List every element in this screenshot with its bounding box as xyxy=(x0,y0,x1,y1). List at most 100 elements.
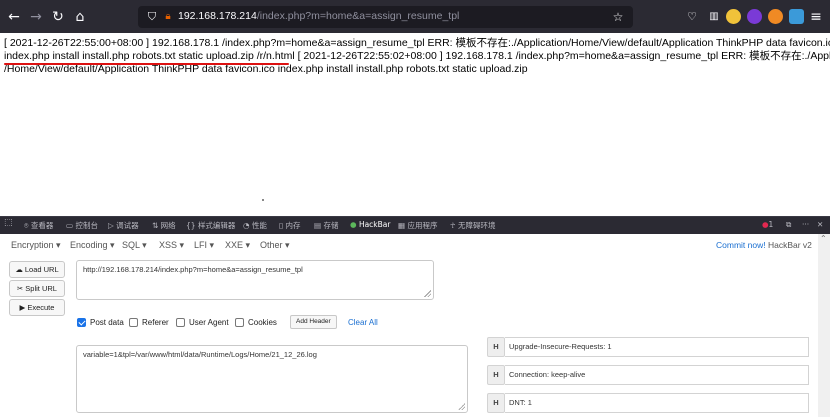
shield-icon[interactable]: ⛉ xyxy=(144,9,160,25)
tab-label: 无障碍环境 xyxy=(457,221,496,230)
error-count-badge[interactable]: ●1 xyxy=(762,220,773,229)
address-bar[interactable]: ⛉ 🔒︎ 192.168.178.214/index.php?m=home&a=… xyxy=(138,6,633,28)
version-label: HackBar v2 xyxy=(767,240,812,250)
menu-sql[interactable]: SQL ▾ xyxy=(122,240,147,251)
commit-note: Commit now! HackBar v2 xyxy=(716,240,812,250)
url-path: /index.php?m=home&a=assign_resume_tpl xyxy=(256,10,460,22)
tab-label: 样式编辑器 xyxy=(197,221,236,230)
menu-lfi[interactable]: LFI ▾ xyxy=(194,240,214,251)
tab-label: 控制台 xyxy=(75,221,98,230)
dock-icon[interactable]: ⧉ xyxy=(786,220,791,230)
tab-label: 调试器 xyxy=(116,221,139,230)
checkbox-checked-icon[interactable] xyxy=(77,318,86,327)
user-agent-checkbox[interactable]: User Agent xyxy=(176,318,229,327)
hamburger-menu-icon[interactable]: ≡ xyxy=(808,9,824,25)
close-icon[interactable]: ✕ xyxy=(817,220,823,229)
tab-label: 查看器 xyxy=(30,221,54,230)
error-count: 1 xyxy=(768,220,774,229)
log-line: index.php install install.php robots.txt… xyxy=(4,50,830,62)
url-value: http://192.168.178.214/index.php?m=home&… xyxy=(83,265,303,274)
extension-icon[interactable] xyxy=(747,9,762,24)
add-header-button[interactable]: Add Header xyxy=(290,315,337,329)
tab-debugger[interactable]: ▷ 调试器 xyxy=(108,220,139,231)
more-icon[interactable]: ··· xyxy=(802,220,809,229)
tab-style-editor[interactable]: {} 样式编辑器 xyxy=(186,220,235,231)
cookies-label: Cookies xyxy=(248,318,277,327)
referer-checkbox[interactable]: Referer xyxy=(129,318,169,327)
tab-label: HackBar xyxy=(358,220,391,229)
split-url-button[interactable]: ✂ Split URL xyxy=(9,280,65,297)
header-key: H xyxy=(487,393,505,413)
load-url-label: Load URL xyxy=(24,265,59,274)
tab-memory[interactable]: ▯ 内存 xyxy=(279,220,301,231)
url-host: 192.168.178.214 xyxy=(178,10,257,22)
extension-icon[interactable] xyxy=(789,9,804,24)
post-data-checkbox[interactable]: Post data xyxy=(77,318,124,327)
header-key: H xyxy=(487,365,505,385)
menu-encoding[interactable]: Encoding ▾ xyxy=(70,240,115,251)
tab-console[interactable]: ▭ 控制台 xyxy=(66,220,98,231)
star-icon[interactable]: ☆ xyxy=(610,9,626,25)
post-body-value: variable=1&tpl=/var/www/html/data/Runtim… xyxy=(83,350,317,359)
tab-storage[interactable]: ▤ 存储 xyxy=(314,220,338,231)
resize-grip-icon[interactable] xyxy=(424,290,431,297)
tab-label: 性能 xyxy=(251,221,267,230)
tab-network[interactable]: ⇅ 网络 xyxy=(152,220,176,231)
page-content: [ 2021-12-26T22:55:00+08:00 ] 192.168.17… xyxy=(0,33,830,216)
tab-label: 网络 xyxy=(160,221,176,230)
arrow-left-icon[interactable]: ← xyxy=(6,9,22,25)
post-data-label: Post data xyxy=(90,318,124,327)
commit-link[interactable]: Commit now! xyxy=(716,240,766,250)
tab-application[interactable]: ▦ 应用程序 xyxy=(398,220,437,231)
pick-element-icon[interactable]: ⬚ xyxy=(4,218,13,228)
cloud-icon: ☁ xyxy=(15,265,23,274)
tab-accessibility[interactable]: ☥ 无障碍环境 xyxy=(450,220,495,231)
checkbox-icon[interactable] xyxy=(235,318,244,327)
scroll-up-icon[interactable]: ⌃ xyxy=(820,234,827,243)
split-url-label: Split URL xyxy=(25,284,57,293)
annotation-underline xyxy=(4,63,289,65)
clear-all-button[interactable]: Clear All xyxy=(348,318,378,327)
library-icon[interactable]: ▥ xyxy=(706,9,722,25)
scrollbar[interactable]: ⌃ xyxy=(818,234,830,417)
cookies-checkbox[interactable]: Cookies xyxy=(235,318,277,327)
scissors-icon: ✂ xyxy=(17,284,24,293)
lock-icon[interactable]: 🔒︎ xyxy=(160,9,176,25)
menu-xss[interactable]: XSS ▾ xyxy=(159,240,184,251)
tab-label: 应用程序 xyxy=(407,221,438,230)
user-agent-label: User Agent xyxy=(189,318,229,327)
header-value-input[interactable]: Upgrade-Insecure-Requests: 1 xyxy=(505,337,809,357)
extension-icon[interactable] xyxy=(768,9,783,24)
execute-button[interactable]: ▶ Execute xyxy=(9,299,65,316)
resize-grip-icon[interactable] xyxy=(458,403,465,410)
url-text[interactable]: 192.168.178.214/index.php?m=home&a=assig… xyxy=(178,10,459,22)
tab-inspector[interactable]: ⌾ 查看器 xyxy=(24,220,53,231)
post-body-textarea[interactable]: variable=1&tpl=/var/www/html/data/Runtim… xyxy=(76,345,468,413)
extension-icon[interactable] xyxy=(726,9,741,24)
reload-icon[interactable]: ↻ xyxy=(50,9,66,25)
header-value-input[interactable]: DNT: 1 xyxy=(505,393,809,413)
checkbox-icon[interactable] xyxy=(176,318,185,327)
cursor-dot xyxy=(262,199,264,201)
log-line: [ 2021-12-26T22:55:00+08:00 ] 192.168.17… xyxy=(4,37,830,49)
menu-encryption[interactable]: Encryption ▾ xyxy=(11,240,61,251)
checkbox-icon[interactable] xyxy=(129,318,138,327)
tab-label: 内存 xyxy=(285,221,301,230)
execute-label: Execute xyxy=(27,303,55,312)
hackbar-icon: ● xyxy=(350,220,357,229)
tab-label: 存储 xyxy=(323,221,339,230)
home-icon[interactable]: ⌂ xyxy=(72,9,88,25)
url-textarea[interactable]: http://192.168.178.214/index.php?m=home&… xyxy=(76,260,434,300)
menu-other[interactable]: Other ▾ xyxy=(260,240,290,251)
browser-toolbar: ← → ↻ ⌂ ⛉ 🔒︎ 192.168.178.214/index.php?m… xyxy=(0,0,830,33)
arrow-right-icon[interactable]: → xyxy=(28,9,44,25)
menu-xxe[interactable]: XXE ▾ xyxy=(225,240,250,251)
header-value-input[interactable]: Connection: keep-alive xyxy=(505,365,809,385)
load-url-button[interactable]: ☁ Load URL xyxy=(9,261,65,278)
play-icon: ▶ xyxy=(19,303,26,312)
tab-hackbar[interactable]: ● HackBar xyxy=(350,220,390,229)
pocket-icon[interactable]: ♡ xyxy=(684,9,700,25)
tab-performance[interactable]: ◔ 性能 xyxy=(243,220,267,231)
referer-label: Referer xyxy=(142,318,169,327)
devtools-tabbar: ⬚ ⌾ 查看器 ▭ 控制台 ▷ 调试器 ⇅ 网络 {} 样式编辑器 ◔ 性能 ▯… xyxy=(0,216,830,234)
